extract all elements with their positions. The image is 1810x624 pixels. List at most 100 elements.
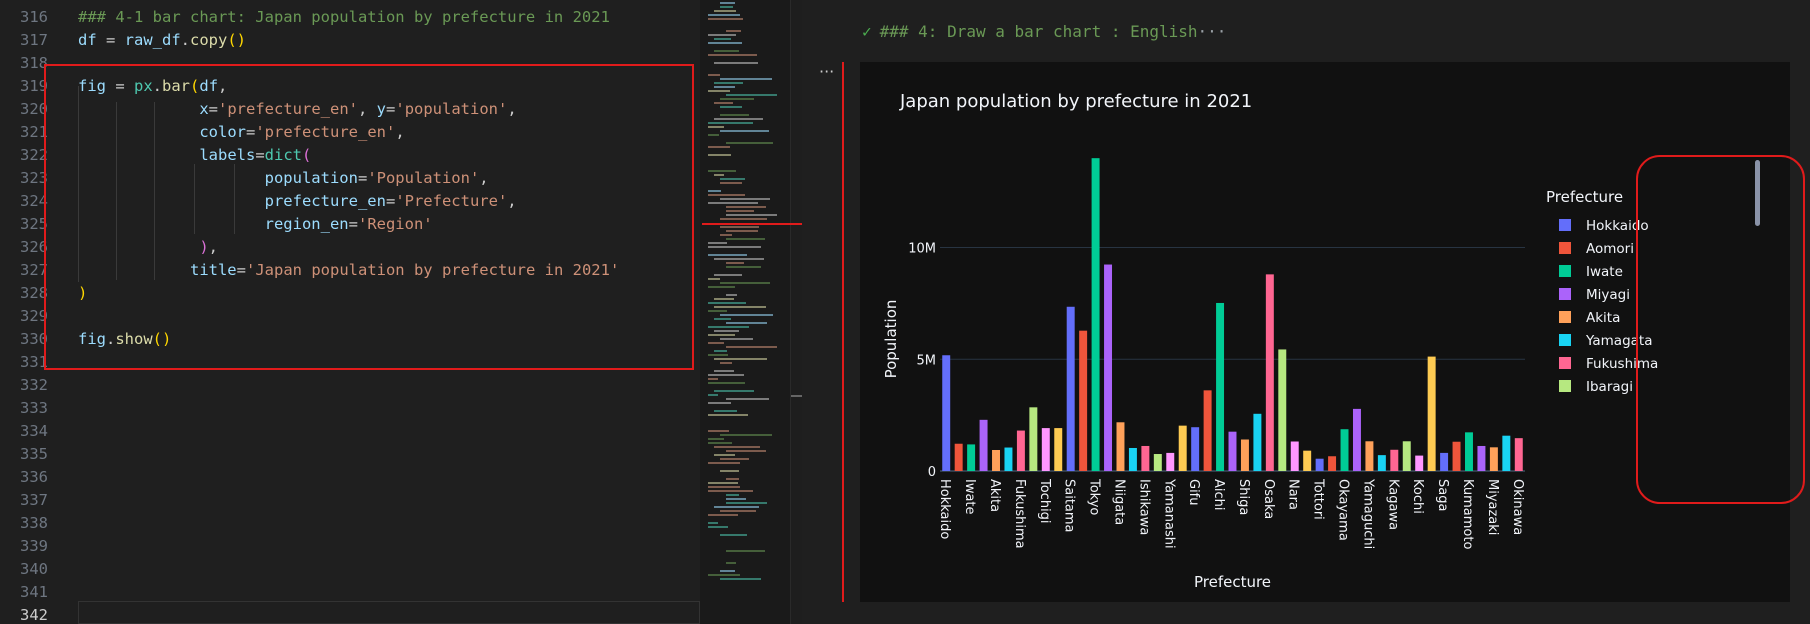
bar-fukui[interactable] — [1153, 454, 1162, 471]
x-tick-label: Nara — [1286, 479, 1301, 510]
line-number: 322 — [20, 146, 48, 164]
line-number: 326 — [20, 238, 48, 256]
bar-shizuoka[interactable] — [1203, 390, 1212, 471]
bar-aomori[interactable] — [954, 443, 963, 471]
bar-iwate[interactable] — [967, 444, 976, 471]
legend-swatch[interactable] — [1559, 288, 1571, 300]
legend-swatch[interactable] — [1559, 219, 1571, 231]
bar-yamaguchi[interactable] — [1365, 441, 1374, 471]
bar-yamagata[interactable] — [1004, 447, 1013, 471]
code-line[interactable]: 339 — [0, 535, 700, 558]
legend-swatch[interactable] — [1559, 242, 1571, 254]
bar-saga[interactable] — [1440, 452, 1449, 471]
minimap-line — [714, 62, 758, 64]
bar-hokkaido[interactable] — [942, 355, 951, 471]
bar-ibaragi[interactable] — [1029, 407, 1038, 471]
bar-aichi[interactable] — [1216, 302, 1225, 471]
bar-kochi[interactable] — [1415, 455, 1424, 471]
bar-kanagawa[interactable] — [1104, 264, 1113, 471]
code-line[interactable]: 335 — [0, 443, 700, 466]
bar-okayama[interactable] — [1340, 429, 1349, 471]
legend-item[interactable]: Ibaragi — [1586, 379, 1633, 395]
code-line[interactable]: 334 — [0, 420, 700, 443]
legend-item[interactable]: Akita — [1586, 310, 1620, 326]
bar-yamanashi[interactable] — [1166, 452, 1175, 471]
bar-osaka[interactable] — [1265, 274, 1274, 471]
bar-hiroshima[interactable] — [1352, 408, 1361, 471]
line-number: 335 — [20, 445, 48, 463]
bar-tottori[interactable] — [1315, 458, 1324, 471]
line-number: 328 — [20, 284, 48, 302]
current-line-box[interactable] — [78, 601, 700, 624]
bar-hyogo[interactable] — [1278, 349, 1287, 471]
bar-akita[interactable] — [992, 449, 1000, 471]
minimap[interactable] — [700, 0, 790, 624]
bar-kumamoto[interactable] — [1465, 432, 1473, 471]
minimap-line — [708, 154, 731, 156]
x-tick-label: Yamanashi — [1161, 478, 1176, 549]
cell-header[interactable]: ✓ ### 4: Draw a bar chart : English··· — [862, 22, 1226, 48]
bar-tochigi[interactable] — [1041, 428, 1050, 471]
minimap-line — [714, 350, 727, 352]
legend-item[interactable]: Miyagi — [1586, 287, 1630, 303]
code-line[interactable]: 338 — [0, 512, 700, 535]
bar-fukushima[interactable] — [1016, 430, 1025, 471]
bar-fukuoka[interactable] — [1427, 356, 1436, 471]
minimap-line — [714, 410, 737, 412]
legend-swatch[interactable] — [1559, 311, 1571, 323]
legend-item[interactable]: Iwate — [1586, 264, 1623, 280]
bar-ehime[interactable] — [1402, 441, 1411, 471]
minimap-line — [726, 478, 739, 480]
bar-wakayama[interactable] — [1303, 450, 1312, 471]
minimap-line — [708, 486, 740, 488]
minimap-line — [720, 6, 733, 8]
bar-niigata[interactable] — [1116, 422, 1125, 471]
minimap-line — [726, 498, 746, 500]
x-tick-label: Shiga — [1236, 479, 1251, 515]
code-line[interactable]: 333 — [0, 397, 700, 420]
code-line[interactable]: 316 ### 4-1 bar chart: Japan population b… — [0, 6, 700, 29]
legend-item[interactable]: Aomori — [1586, 241, 1634, 257]
code-line[interactable]: 332 — [0, 374, 700, 397]
code-editor[interactable]: 316 ### 4-1 bar chart: Japan population b… — [0, 0, 700, 624]
bar-okinawa[interactable] — [1514, 438, 1523, 471]
legend-swatch[interactable] — [1559, 357, 1571, 369]
code-line[interactable]: 337 — [0, 489, 700, 512]
legend-swatch[interactable] — [1559, 265, 1571, 277]
legend-swatch[interactable] — [1559, 380, 1571, 392]
bar-nagano[interactable] — [1178, 425, 1187, 471]
code-line[interactable]: 340 — [0, 558, 700, 581]
bar-kagawa[interactable] — [1390, 449, 1399, 471]
bar-shiga[interactable] — [1240, 439, 1249, 471]
bar-miyagi[interactable] — [979, 419, 988, 471]
minimap-line — [708, 574, 740, 576]
bar-miyazaki[interactable] — [1489, 447, 1498, 471]
minimap-line — [726, 294, 737, 296]
minimap-line — [726, 550, 765, 552]
bar-kyoto[interactable] — [1253, 413, 1262, 471]
bar-shimane[interactable] — [1328, 456, 1337, 471]
code-line[interactable]: 336 — [0, 466, 700, 489]
bar-nagasaki[interactable] — [1452, 441, 1461, 471]
x-tick-label: Gifu — [1186, 479, 1201, 506]
bar-nara[interactable] — [1290, 441, 1299, 471]
minimap-line — [708, 90, 730, 92]
bar-saitama[interactable] — [1066, 306, 1075, 471]
bar-mie[interactable] — [1228, 431, 1237, 471]
bar-gunma[interactable] — [1054, 428, 1063, 471]
bar-oita[interactable] — [1477, 445, 1486, 471]
bar-tokushima[interactable] — [1377, 455, 1386, 471]
more-actions-button[interactable]: ··· — [819, 62, 834, 81]
code-line[interactable]: 317 df = raw_df.copy() — [0, 29, 700, 52]
bar-kagoshima[interactable] — [1502, 435, 1511, 471]
bar-gifu[interactable] — [1191, 427, 1200, 471]
legend-swatch[interactable] — [1559, 334, 1571, 346]
bar-tokyo[interactable] — [1091, 158, 1100, 471]
line-number: 320 — [20, 100, 48, 118]
minimap-line — [714, 298, 734, 300]
bar-ishikawa[interactable] — [1141, 445, 1150, 471]
line-number: 318 — [20, 54, 48, 72]
y-tick-label: 5M — [917, 353, 937, 368]
bar-chiba[interactable] — [1079, 330, 1088, 471]
bar-toyama[interactable] — [1128, 447, 1137, 471]
